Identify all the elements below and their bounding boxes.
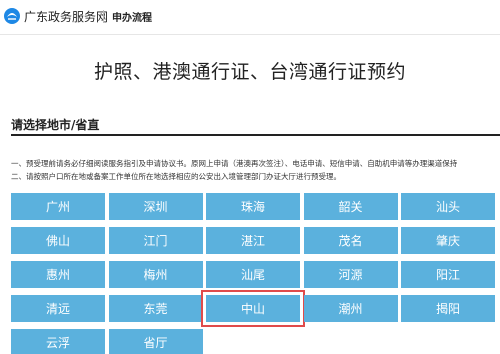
section-title: 请选择地市/省直 bbox=[11, 118, 100, 132]
guangdong-gov-logo-icon[interactable] bbox=[3, 7, 21, 25]
city-button[interactable]: 惠州 bbox=[11, 261, 105, 288]
city-button[interactable]: 珠海 bbox=[206, 193, 300, 220]
city-button[interactable]: 阳江 bbox=[401, 261, 495, 288]
city-button[interactable]: 佛山 bbox=[11, 227, 105, 254]
city-button[interactable]: 汕尾 bbox=[206, 261, 300, 288]
top-header: 广东政务服务网 申办流程 bbox=[0, 0, 500, 35]
city-button[interactable]: 揭阳 bbox=[401, 295, 495, 322]
notice-line-1: 一、预受理前请务必仔细阅读服务指引及申请协议书。原网上申请（港澳再次签注）、电话… bbox=[11, 159, 458, 168]
city-button[interactable]: 东莞 bbox=[108, 295, 203, 322]
city-button[interactable]: 潮州 bbox=[303, 295, 398, 322]
city-button[interactable]: 茂名 bbox=[303, 227, 398, 254]
city-button[interactable]: 清远 bbox=[11, 295, 105, 322]
city-button[interactable]: 省厅 bbox=[108, 329, 203, 354]
city-button[interactable]: 深圳 bbox=[108, 193, 203, 220]
section-divider bbox=[11, 134, 500, 136]
city-button[interactable]: 河源 bbox=[303, 261, 398, 288]
header-divider bbox=[103, 10, 104, 23]
breadcrumb[interactable]: 申办流程 bbox=[112, 9, 152, 24]
city-button[interactable]: 湛江 bbox=[206, 227, 300, 254]
city-button[interactable]: 汕头 bbox=[401, 193, 495, 220]
city-button[interactable]: 中山 bbox=[201, 290, 305, 327]
city-button[interactable]: 肇庆 bbox=[401, 227, 495, 254]
city-grid: 广州 深圳 珠海 韶关 汕头佛山 江门 湛江 茂名 肇庆惠州 梅州 汕尾 河源 阳江清远 东莞 中山 潮州 揭阳… bbox=[11, 190, 500, 354]
page-title: 护照、港澳通行证、台湾通行证预约 bbox=[93, 61, 406, 83]
city-button[interactable]: 江门 bbox=[108, 227, 203, 254]
city-button[interactable]: 广州 bbox=[11, 193, 105, 220]
city-button[interactable]: 云浮 bbox=[11, 329, 105, 354]
city-button[interactable]: 韶关 bbox=[303, 193, 398, 220]
city-button[interactable]: 梅州 bbox=[108, 261, 203, 288]
site-name[interactable]: 广东政务服务网 bbox=[24, 8, 108, 25]
notice-line-2: 二、请按照户口所在地或备案工作单位所在地选择相应的公安出入境管理部门办证大厅进行… bbox=[11, 172, 341, 181]
